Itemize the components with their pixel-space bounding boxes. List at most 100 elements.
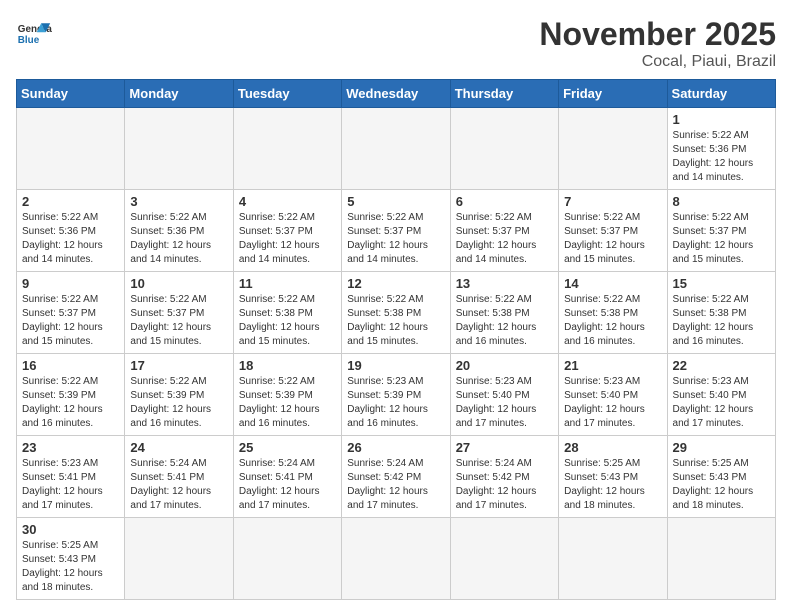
- day-number: 22: [673, 358, 770, 373]
- day-number: 2: [22, 194, 119, 209]
- logo: General Blue: [16, 16, 52, 52]
- table-row: [125, 108, 233, 190]
- day-info: Sunrise: 5:24 AM Sunset: 5:41 PM Dayligh…: [130, 457, 227, 513]
- header-saturday: Saturday: [667, 80, 775, 108]
- table-row: [450, 108, 558, 190]
- day-number: 16: [22, 358, 119, 373]
- day-number: 4: [239, 194, 336, 209]
- day-info: Sunrise: 5:23 AM Sunset: 5:40 PM Dayligh…: [456, 375, 553, 431]
- day-number: 9: [22, 276, 119, 291]
- table-row: 24 Sunrise: 5:24 AM Sunset: 5:41 PM Dayli…: [125, 436, 233, 518]
- table-row: 26 Sunrise: 5:24 AM Sunset: 5:42 PM Dayli…: [342, 436, 450, 518]
- logo-icon: General Blue: [16, 16, 52, 52]
- table-row: 29Sunrise: 5:25 AM Sunset: 5:43 PM Dayli…: [667, 436, 775, 518]
- day-info: Sunrise: 5:24 AM Sunset: 5:42 PM Dayligh…: [347, 457, 444, 513]
- day-number: 20: [456, 358, 553, 373]
- table-row: 2 Sunrise: 5:22 AM Sunset: 5:36 PM Daylig…: [17, 190, 125, 272]
- day-number: 18: [239, 358, 336, 373]
- calendar-row: 9 Sunrise: 5:22 AM Sunset: 5:37 PM Daylig…: [17, 272, 776, 354]
- table-row: 16 Sunrise: 5:22 AM Sunset: 5:39 PM Dayli…: [17, 354, 125, 436]
- calendar-table: Sunday Monday Tuesday Wednesday Thursday…: [16, 79, 776, 600]
- day-number: 3: [130, 194, 227, 209]
- day-info: Sunrise: 5:23 AM Sunset: 5:40 PM Dayligh…: [673, 375, 770, 431]
- table-row: 30 Sunrise: 5:25 AM Sunset: 5:43 PM Dayli…: [17, 518, 125, 600]
- table-row: 6Sunrise: 5:22 AM Sunset: 5:37 PM Daylig…: [450, 190, 558, 272]
- day-info: Sunrise: 5:22 AM Sunset: 5:39 PM Dayligh…: [239, 375, 336, 431]
- table-row: 10Sunrise: 5:22 AM Sunset: 5:37 PM Dayli…: [125, 272, 233, 354]
- table-row: [342, 108, 450, 190]
- location-title: Cocal, Piaui, Brazil: [539, 53, 776, 71]
- page-header: General Blue November 2025 Cocal, Piaui,…: [16, 16, 776, 71]
- table-row: 5Sunrise: 5:22 AM Sunset: 5:37 PM Daylig…: [342, 190, 450, 272]
- day-number: 6: [456, 194, 553, 209]
- day-number: 12: [347, 276, 444, 291]
- day-info: Sunrise: 5:25 AM Sunset: 5:43 PM Dayligh…: [22, 539, 119, 595]
- day-number: 5: [347, 194, 444, 209]
- table-row: [559, 518, 667, 600]
- table-row: 20 Sunrise: 5:23 AM Sunset: 5:40 PM Dayli…: [450, 354, 558, 436]
- day-number: 23: [22, 440, 119, 455]
- table-row: 9 Sunrise: 5:22 AM Sunset: 5:37 PM Daylig…: [17, 272, 125, 354]
- table-row: [667, 518, 775, 600]
- day-number: 19: [347, 358, 444, 373]
- table-row: [342, 518, 450, 600]
- table-row: 23 Sunrise: 5:23 AM Sunset: 5:41 PM Dayli…: [17, 436, 125, 518]
- day-info: Sunrise: 5:22 AM Sunset: 5:38 PM Dayligh…: [456, 293, 553, 349]
- day-number: 24: [130, 440, 227, 455]
- day-info: Sunrise: 5:23 AM Sunset: 5:41 PM Dayligh…: [22, 457, 119, 513]
- day-number: 13: [456, 276, 553, 291]
- day-info: Sunrise: 5:25 AM Sunset: 5:43 PM Dayligh…: [673, 457, 770, 513]
- table-row: 3Sunrise: 5:22 AM Sunset: 5:36 PM Daylig…: [125, 190, 233, 272]
- svg-text:Blue: Blue: [18, 35, 40, 46]
- day-info: Sunrise: 5:23 AM Sunset: 5:40 PM Dayligh…: [564, 375, 661, 431]
- day-number: 28: [564, 440, 661, 455]
- header-friday: Friday: [559, 80, 667, 108]
- table-row: 22 Sunrise: 5:23 AM Sunset: 5:40 PM Dayli…: [667, 354, 775, 436]
- header-monday: Monday: [125, 80, 233, 108]
- day-info: Sunrise: 5:22 AM Sunset: 5:37 PM Dayligh…: [673, 211, 770, 267]
- day-info: Sunrise: 5:22 AM Sunset: 5:38 PM Dayligh…: [673, 293, 770, 349]
- day-number: 26: [347, 440, 444, 455]
- day-info: Sunrise: 5:22 AM Sunset: 5:37 PM Dayligh…: [22, 293, 119, 349]
- header-tuesday: Tuesday: [233, 80, 341, 108]
- table-row: [559, 108, 667, 190]
- table-row: 1Sunrise: 5:22 AM Sunset: 5:36 PM Daylig…: [667, 108, 775, 190]
- day-number: 21: [564, 358, 661, 373]
- table-row: [450, 518, 558, 600]
- table-row: 18 Sunrise: 5:22 AM Sunset: 5:39 PM Dayli…: [233, 354, 341, 436]
- day-info: Sunrise: 5:22 AM Sunset: 5:38 PM Dayligh…: [347, 293, 444, 349]
- table-row: 7 Sunrise: 5:22 AM Sunset: 5:37 PM Daylig…: [559, 190, 667, 272]
- day-number: 11: [239, 276, 336, 291]
- day-info: Sunrise: 5:24 AM Sunset: 5:41 PM Dayligh…: [239, 457, 336, 513]
- day-number: 25: [239, 440, 336, 455]
- day-number: 7: [564, 194, 661, 209]
- day-number: 30: [22, 522, 119, 537]
- table-row: 13 Sunrise: 5:22 AM Sunset: 5:38 PM Dayli…: [450, 272, 558, 354]
- table-row: 15Sunrise: 5:22 AM Sunset: 5:38 PM Dayli…: [667, 272, 775, 354]
- calendar-row: 16 Sunrise: 5:22 AM Sunset: 5:39 PM Dayli…: [17, 354, 776, 436]
- day-info: Sunrise: 5:25 AM Sunset: 5:43 PM Dayligh…: [564, 457, 661, 513]
- title-block: November 2025 Cocal, Piaui, Brazil: [539, 16, 776, 71]
- day-info: Sunrise: 5:22 AM Sunset: 5:36 PM Dayligh…: [22, 211, 119, 267]
- table-row: 21 Sunrise: 5:23 AM Sunset: 5:40 PM Dayli…: [559, 354, 667, 436]
- day-info: Sunrise: 5:22 AM Sunset: 5:39 PM Dayligh…: [130, 375, 227, 431]
- day-info: Sunrise: 5:22 AM Sunset: 5:38 PM Dayligh…: [239, 293, 336, 349]
- day-info: Sunrise: 5:22 AM Sunset: 5:39 PM Dayligh…: [22, 375, 119, 431]
- day-info: Sunrise: 5:24 AM Sunset: 5:42 PM Dayligh…: [456, 457, 553, 513]
- table-row: 27Sunrise: 5:24 AM Sunset: 5:42 PM Dayli…: [450, 436, 558, 518]
- table-row: [125, 518, 233, 600]
- table-row: [233, 108, 341, 190]
- table-row: 11 Sunrise: 5:22 AM Sunset: 5:38 PM Dayli…: [233, 272, 341, 354]
- header-wednesday: Wednesday: [342, 80, 450, 108]
- table-row: 25 Sunrise: 5:24 AM Sunset: 5:41 PM Dayli…: [233, 436, 341, 518]
- month-title: November 2025: [539, 16, 776, 53]
- table-row: 14Sunrise: 5:22 AM Sunset: 5:38 PM Dayli…: [559, 272, 667, 354]
- day-info: Sunrise: 5:22 AM Sunset: 5:37 PM Dayligh…: [564, 211, 661, 267]
- table-row: 19Sunrise: 5:23 AM Sunset: 5:39 PM Dayli…: [342, 354, 450, 436]
- calendar-row: 30 Sunrise: 5:25 AM Sunset: 5:43 PM Dayli…: [17, 518, 776, 600]
- header-thursday: Thursday: [450, 80, 558, 108]
- table-row: [233, 518, 341, 600]
- day-info: Sunrise: 5:22 AM Sunset: 5:37 PM Dayligh…: [130, 293, 227, 349]
- day-info: Sunrise: 5:22 AM Sunset: 5:36 PM Dayligh…: [673, 129, 770, 185]
- calendar-row: 2 Sunrise: 5:22 AM Sunset: 5:36 PM Daylig…: [17, 190, 776, 272]
